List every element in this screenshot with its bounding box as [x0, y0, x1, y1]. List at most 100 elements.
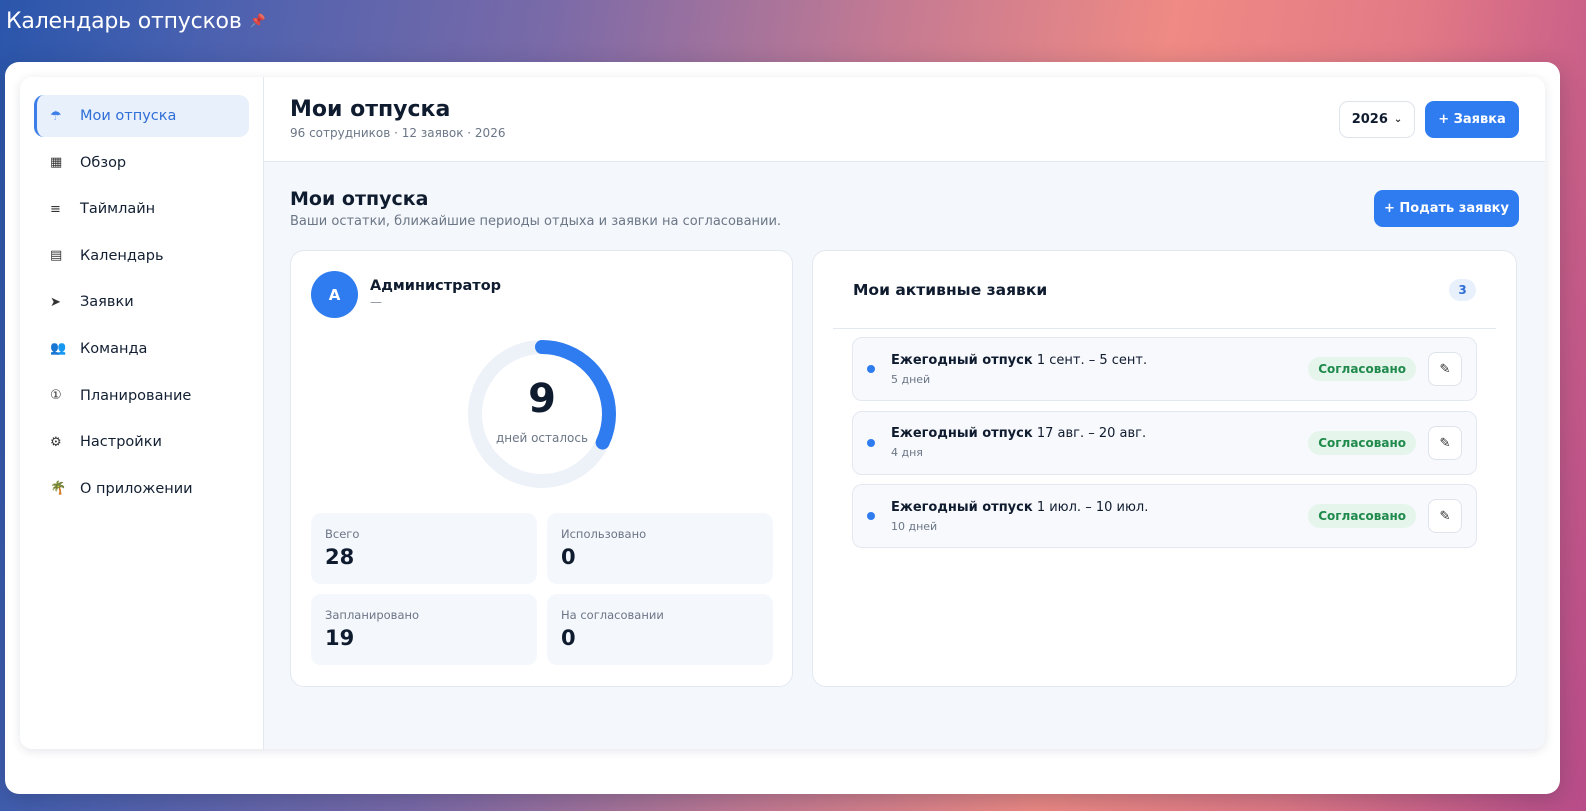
list-item[interactable]: Ежегодный отпуск 1 июл. – 10 июл. 10 дне… — [852, 484, 1477, 548]
stat-label: Запланировано — [325, 608, 420, 622]
team-icon: 👥 — [50, 341, 67, 357]
requests-list: Ежегодный отпуск 1 сент. – 5 сент. 5 дне… — [813, 329, 1516, 548]
stat-planned: Запланировано 19 — [311, 594, 537, 665]
sidebar-item-timeline[interactable]: ≡ Таймлайн — [34, 188, 249, 230]
section-subtitle: Ваши остатки, ближайшие периоды отдыха и… — [290, 214, 782, 229]
status-badge: Согласовано — [1308, 357, 1416, 381]
sidebar-item-label: Заявки — [80, 294, 134, 311]
sidebar-item-overview[interactable]: ▦ Обзор — [34, 142, 249, 184]
stat-used: Использовано 0 — [547, 513, 773, 584]
sidebar-item-settings[interactable]: ⚙ Настройки — [34, 421, 249, 463]
year-select-value: 2026 — [1351, 112, 1388, 127]
app-title: Календарь отпусков 📌 — [6, 9, 266, 34]
request-period: 17 авг. – 20 авг. — [1036, 426, 1147, 441]
stat-label: Всего — [325, 527, 360, 541]
days-left-ring: 9 дней осталось — [467, 339, 617, 489]
palm-icon: 🌴 — [50, 481, 67, 497]
request-info: Ежегодный отпуск 17 авг. – 20 авг. 4 дня — [891, 426, 1308, 459]
sidebar-item-requests[interactable]: ➤ Заявки — [34, 281, 249, 323]
topbar: Мои отпуска 96 сотрудников · 12 заявок ·… — [264, 77, 1545, 162]
days-left-label: дней осталось — [495, 431, 589, 445]
status-dot — [867, 365, 875, 373]
sidebar-item-about[interactable]: 🌴 О приложении — [34, 468, 249, 510]
pin-icon[interactable]: 📌 — [250, 14, 266, 29]
list-item[interactable]: Ежегодный отпуск 17 авг. – 20 авг. 4 дня… — [852, 410, 1477, 475]
profile-header: А Администратор — — [311, 271, 772, 318]
calendar-icon: ▤ — [50, 248, 63, 264]
cards-row: А Администратор — 9 дней осталось Всего … — [290, 250, 1519, 687]
list-item[interactable]: Ежегодный отпуск 1 сент. – 5 сент. 5 дне… — [852, 337, 1477, 401]
profile-role: — — [370, 295, 382, 309]
requests-header: Мои активные заявки 3 — [833, 251, 1496, 329]
ring-center: 9 дней осталось — [467, 339, 617, 489]
pencil-icon: ✎ — [1439, 361, 1451, 376]
submit-request-button[interactable]: + Подать заявку — [1374, 190, 1519, 227]
request-type: Ежегодный отпуск — [891, 426, 1033, 441]
gear-icon: ⚙ — [50, 434, 62, 450]
stat-value: 0 — [561, 626, 576, 650]
active-requests-card: Мои активные заявки 3 Ежегодный отпуск 1… — [812, 250, 1517, 687]
days-left-value: 9 — [528, 376, 556, 422]
stat-value: 28 — [325, 545, 355, 569]
chevron-down-icon: ⌄ — [1393, 114, 1403, 125]
app-title-text: Календарь отпусков — [6, 9, 242, 34]
sidebar-item-label: Планирование — [80, 387, 192, 404]
stat-value: 19 — [325, 626, 355, 650]
stats-grid: Всего 28 Использовано 0 Запланировано 19 — [311, 513, 773, 665]
edit-button[interactable]: ✎ — [1428, 425, 1462, 460]
grid-icon: ▦ — [50, 155, 63, 171]
main-area: Мои отпуска 96 сотрудников · 12 заявок ·… — [264, 77, 1545, 749]
sidebar-item-label: Настройки — [80, 434, 162, 451]
request-line: Ежегодный отпуск 17 авг. – 20 авг. — [891, 426, 1308, 441]
year-select[interactable]: 2026 ⌄ — [1339, 101, 1415, 138]
sidebar-item-label: Команда — [80, 340, 148, 357]
requests-count-badge: 3 — [1449, 278, 1476, 301]
profile-name: Администратор — [370, 278, 502, 294]
umbrella-icon: ☂ — [50, 108, 62, 124]
status-badge: Согласовано — [1308, 504, 1416, 528]
profile-card: А Администратор — 9 дней осталось Всего … — [290, 250, 793, 687]
sidebar-item-team[interactable]: 👥 Команда — [34, 328, 249, 370]
planning-icon: ① — [50, 388, 62, 404]
request-days: 10 дней — [891, 519, 938, 533]
request-period: 1 июл. – 10 июл. — [1036, 499, 1149, 515]
pencil-icon: ✎ — [1439, 508, 1451, 523]
new-request-button[interactable]: + Заявка — [1425, 101, 1519, 138]
section-title: Мои отпуска — [290, 188, 429, 210]
sidebar-item-label: Обзор — [80, 154, 127, 171]
request-period: 1 сент. – 5 сент. — [1036, 352, 1148, 368]
sidebar-item-label: Таймлайн — [80, 201, 156, 218]
edit-button[interactable]: ✎ — [1428, 352, 1462, 386]
pencil-icon: ✎ — [1439, 434, 1451, 450]
status-dot — [867, 438, 875, 447]
status-dot — [867, 512, 875, 520]
sidebar-item-calendar[interactable]: ▤ Календарь — [34, 235, 249, 277]
requests-title: Мои активные заявки — [853, 280, 1048, 299]
sidebar-item-planning[interactable]: ① Планирование — [34, 375, 249, 417]
sidebar-item-my-vacations[interactable]: ☂ Мои отпуска — [34, 95, 249, 137]
request-info: Ежегодный отпуск 1 июл. – 10 июл. 10 дне… — [891, 500, 1308, 533]
stat-label: Использовано — [561, 527, 647, 541]
stat-value: 0 — [561, 545, 576, 569]
avatar: А — [311, 271, 358, 318]
request-type: Ежегодный отпуск — [891, 499, 1033, 515]
sidebar-item-label: Мои отпуска — [80, 108, 177, 124]
app-container: ☂ Мои отпуска ▦ Обзор ≡ Таймлайн ▤ Кален… — [20, 77, 1545, 749]
sidebar-item-label: О приложении — [80, 480, 193, 497]
request-type: Ежегодный отпуск — [891, 352, 1033, 368]
stat-label: На согласовании — [561, 608, 664, 622]
sidebar-item-label: Календарь — [80, 247, 164, 264]
sidebar: ☂ Мои отпуска ▦ Обзор ≡ Таймлайн ▤ Кален… — [20, 77, 264, 749]
timeline-icon: ≡ — [50, 201, 61, 217]
request-days: 5 дней — [891, 372, 931, 386]
stat-total: Всего 28 — [311, 513, 537, 584]
stat-pending: На согласовании 0 — [547, 594, 773, 665]
request-days: 4 дня — [891, 446, 923, 459]
send-icon: ➤ — [50, 294, 61, 310]
status-badge: Согласовано — [1308, 430, 1416, 455]
content: Мои отпуска Ваши остатки, ближайшие пери… — [264, 162, 1545, 749]
request-line: Ежегодный отпуск 1 июл. – 10 июл. — [891, 500, 1308, 515]
request-line: Ежегодный отпуск 1 сент. – 5 сент. — [891, 353, 1308, 368]
request-info: Ежегодный отпуск 1 сент. – 5 сент. 5 дне… — [891, 353, 1308, 386]
edit-button[interactable]: ✎ — [1428, 499, 1462, 533]
